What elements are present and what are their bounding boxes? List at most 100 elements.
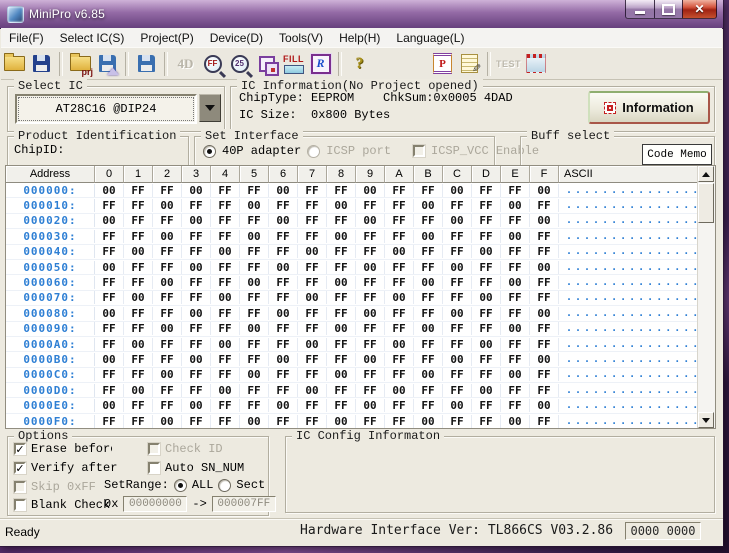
verify-after-checkbox[interactable]: ✓ <box>14 462 26 474</box>
byte-cell[interactable]: FF <box>95 322 124 335</box>
byte-cell[interactable]: FF <box>124 353 153 366</box>
byte-cell[interactable]: 00 <box>414 322 443 335</box>
menu-item-toolsv[interactable]: Tools(V) <box>271 30 331 46</box>
byte-cell[interactable]: 00 <box>240 199 269 212</box>
column-header-6[interactable]: 6 <box>269 166 298 183</box>
byte-cell[interactable]: 00 <box>501 368 530 381</box>
byte-cell[interactable]: FF <box>269 415 298 428</box>
byte-cell[interactable]: FF <box>124 214 153 227</box>
byte-cell[interactable]: FF <box>327 353 356 366</box>
byte-cell[interactable]: FF <box>298 214 327 227</box>
byte-cell[interactable]: FF <box>443 199 472 212</box>
byte-cell[interactable]: FF <box>269 368 298 381</box>
byte-cell[interactable]: 00 <box>240 322 269 335</box>
byte-cell[interactable]: FF <box>182 338 211 351</box>
byte-cell[interactable]: 00 <box>327 230 356 243</box>
byte-cell[interactable]: 00 <box>501 415 530 428</box>
byte-cell[interactable]: FF <box>414 214 443 227</box>
byte-cell[interactable]: 00 <box>530 214 559 227</box>
byte-cell[interactable]: 00 <box>211 291 240 304</box>
byte-cell[interactable]: 00 <box>153 415 182 428</box>
byte-cell[interactable]: 00 <box>269 399 298 412</box>
byte-cell[interactable]: FF <box>327 338 356 351</box>
byte-cell[interactable]: 00 <box>298 338 327 351</box>
byte-cell[interactable]: FF <box>443 230 472 243</box>
byte-cell[interactable]: FF <box>298 276 327 289</box>
byte-cell[interactable]: FF <box>530 322 559 335</box>
scroll-up-button[interactable] <box>698 166 714 182</box>
byte-cell[interactable]: FF <box>153 353 182 366</box>
byte-cell[interactable]: FF <box>124 368 153 381</box>
byte-cell[interactable]: 00 <box>530 353 559 366</box>
byte-cell[interactable]: 00 <box>385 245 414 258</box>
byte-cell[interactable]: 00 <box>530 261 559 274</box>
byte-cell[interactable]: FF <box>182 368 211 381</box>
byte-cell[interactable]: 00 <box>298 245 327 258</box>
byte-cell[interactable]: 00 <box>182 399 211 412</box>
byte-cell[interactable]: FF <box>298 230 327 243</box>
find-25-button[interactable]: 25 <box>226 50 253 77</box>
byte-cell[interactable]: FF <box>95 291 124 304</box>
erase-before-option[interactable]: ✓ Erase before <box>14 442 112 456</box>
byte-cell[interactable]: FF <box>153 291 182 304</box>
byte-cell[interactable]: FF <box>385 230 414 243</box>
byte-cell[interactable]: FF <box>501 245 530 258</box>
byte-cell[interactable]: FF <box>298 415 327 428</box>
byte-cell[interactable]: FF <box>501 353 530 366</box>
minimize-button[interactable] <box>625 0 654 19</box>
erase-before-checkbox[interactable]: ✓ <box>14 443 26 455</box>
information-button[interactable]: Information <box>588 91 710 124</box>
column-header-a[interactable]: A <box>385 166 414 183</box>
byte-cell[interactable]: FF <box>240 261 269 274</box>
byte-cell[interactable]: FF <box>211 415 240 428</box>
byte-cell[interactable]: 00 <box>385 384 414 397</box>
byte-cell[interactable]: FF <box>95 230 124 243</box>
byte-cell[interactable]: FF <box>124 184 153 197</box>
byte-cell[interactable]: FF <box>443 415 472 428</box>
byte-cell[interactable]: FF <box>240 338 269 351</box>
byte-cell[interactable]: FF <box>298 184 327 197</box>
byte-cell[interactable]: 00 <box>153 368 182 381</box>
open-project-button[interactable]: prj <box>67 50 94 77</box>
byte-cell[interactable]: 00 <box>240 368 269 381</box>
byte-cell[interactable]: 00 <box>414 276 443 289</box>
byte-cell[interactable]: 00 <box>414 230 443 243</box>
byte-cell[interactable]: FF <box>472 399 501 412</box>
byte-cell[interactable]: 00 <box>443 261 472 274</box>
byte-cell[interactable]: FF <box>240 291 269 304</box>
table-row[interactable]: 0000D0:FF00FFFF00FFFF00FFFF00FFFF00FFFF.… <box>6 383 698 398</box>
byte-cell[interactable]: FF <box>211 399 240 412</box>
byte-cell[interactable]: FF <box>240 214 269 227</box>
hex-editor[interactable]: Address0123456789ABCDEFASCII 000000:00FF… <box>5 165 716 429</box>
byte-cell[interactable]: 00 <box>472 384 501 397</box>
byte-cell[interactable]: FF <box>124 261 153 274</box>
byte-cell[interactable]: FF <box>414 338 443 351</box>
blank-check-option[interactable]: Blank Check <box>14 498 110 512</box>
byte-cell[interactable]: FF <box>269 276 298 289</box>
byte-cell[interactable]: 00 <box>153 230 182 243</box>
byte-cell[interactable]: FF <box>269 338 298 351</box>
byte-cell[interactable]: FF <box>211 261 240 274</box>
column-header-8[interactable]: 8 <box>327 166 356 183</box>
byte-cell[interactable]: FF <box>501 214 530 227</box>
byte-cell[interactable]: FF <box>124 230 153 243</box>
byte-cell[interactable]: FF <box>211 214 240 227</box>
byte-cell[interactable]: FF <box>472 353 501 366</box>
byte-cell[interactable]: FF <box>124 322 153 335</box>
byte-cell[interactable]: FF <box>472 184 501 197</box>
byte-cell[interactable]: FF <box>530 276 559 289</box>
byte-cell[interactable]: FF <box>414 353 443 366</box>
byte-cell[interactable]: FF <box>501 291 530 304</box>
byte-cell[interactable]: 00 <box>182 307 211 320</box>
byte-cell[interactable]: 00 <box>327 199 356 212</box>
byte-cell[interactable]: FF <box>182 291 211 304</box>
byte-cell[interactable]: FF <box>298 322 327 335</box>
byte-cell[interactable]: 00 <box>95 214 124 227</box>
byte-cell[interactable]: FF <box>501 384 530 397</box>
byte-cell[interactable]: 00 <box>356 399 385 412</box>
byte-cell[interactable]: FF <box>240 184 269 197</box>
byte-cell[interactable]: FF <box>153 245 182 258</box>
column-header-address[interactable]: Address <box>6 166 95 183</box>
byte-cell[interactable]: FF <box>327 399 356 412</box>
byte-cell[interactable]: FF <box>472 368 501 381</box>
